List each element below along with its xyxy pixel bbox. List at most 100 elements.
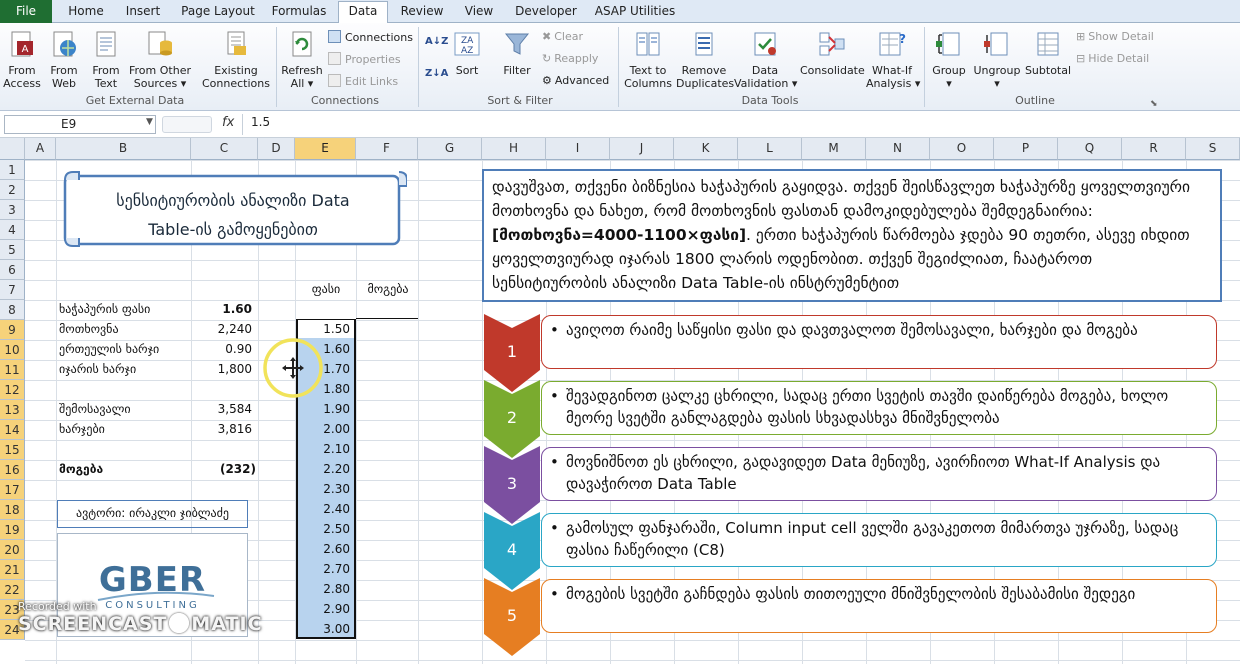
row-header-18[interactable]: 18 xyxy=(0,500,25,520)
row-header-14[interactable]: 14 xyxy=(0,420,25,440)
column-header-q[interactable]: Q xyxy=(1058,138,1122,160)
label-profit[interactable]: მოგება xyxy=(59,459,103,479)
tab-view[interactable]: View xyxy=(456,2,502,23)
value-rent[interactable]: 1,800 xyxy=(193,359,252,379)
from-web-button[interactable]: From Web xyxy=(46,29,82,90)
row-header-4[interactable]: 4 xyxy=(0,220,25,240)
label-unit-cost[interactable]: ერთეულის ხარჯი xyxy=(59,339,159,359)
from-other-sources-button[interactable]: From Other Sources ▾ xyxy=(128,29,192,90)
price-cell[interactable]: 3.00 xyxy=(298,619,350,639)
row-header-11[interactable]: 11 xyxy=(0,360,25,380)
row-header-3[interactable]: 3 xyxy=(0,200,25,220)
dialog-launcher-icon[interactable]: ⬊ xyxy=(1150,97,1158,111)
group-button[interactable]: Group ▾ xyxy=(930,29,968,90)
tab-file[interactable]: File xyxy=(0,0,52,23)
row-header-6[interactable]: 6 xyxy=(0,260,25,280)
row-header-1[interactable]: 1 xyxy=(0,160,25,180)
value-costs[interactable]: 3,816 xyxy=(193,419,252,439)
column-header-f[interactable]: F xyxy=(356,138,418,160)
column-header-b[interactable]: B xyxy=(56,138,191,160)
price-cell[interactable]: 2.30 xyxy=(298,479,350,499)
column-header-i[interactable]: I xyxy=(546,138,610,160)
function-icon[interactable]: fx xyxy=(222,115,234,130)
refresh-all-button[interactable]: Refresh All ▾ xyxy=(280,29,324,90)
tab-asap-utilities[interactable]: ASAP Utilities xyxy=(590,2,680,23)
tab-page-layout[interactable]: Page Layout xyxy=(176,2,260,23)
row-header-22[interactable]: 22 xyxy=(0,580,25,600)
value-revenue[interactable]: 3,584 xyxy=(193,399,252,419)
price-cell[interactable]: 1.90 xyxy=(298,399,350,419)
column-header-e[interactable]: E xyxy=(295,138,356,160)
row-header-21[interactable]: 21 xyxy=(0,560,25,580)
text-to-columns-button[interactable]: Text to Columns xyxy=(624,29,672,90)
data-validation-button[interactable]: Data Validation ▾ xyxy=(734,29,797,90)
price-cell[interactable]: 1.50 xyxy=(298,319,350,339)
properties-button[interactable]: Properties xyxy=(328,52,401,67)
advanced-filter-button[interactable]: ⚙ Advanced xyxy=(542,74,609,88)
row-header-7[interactable]: 7 xyxy=(0,280,25,300)
tab-review[interactable]: Review xyxy=(396,2,448,23)
sort-z-to-a-button[interactable]: Z↓A xyxy=(425,67,448,81)
connections-button[interactable]: Connections xyxy=(328,30,413,45)
row-header-13[interactable]: 13 xyxy=(0,400,25,420)
row-header-20[interactable]: 20 xyxy=(0,540,25,560)
row-header-2[interactable]: 2 xyxy=(0,180,25,200)
row-header-19[interactable]: 19 xyxy=(0,520,25,540)
column-header-n[interactable]: N xyxy=(866,138,930,160)
row-header-12[interactable]: 12 xyxy=(0,380,25,400)
price-cell[interactable]: 2.60 xyxy=(298,539,350,559)
existing-connections-button[interactable]: Existing Connections xyxy=(202,29,270,90)
sort-button[interactable]: ZA AZ Sort xyxy=(452,29,482,77)
consolidate-button[interactable]: Consolidate xyxy=(800,29,865,77)
row-header-8[interactable]: 8 xyxy=(0,300,25,320)
reapply-button[interactable]: ↻ Reapply xyxy=(542,52,598,66)
column-header-j[interactable]: J xyxy=(610,138,674,160)
price-cell[interactable]: 2.70 xyxy=(298,559,350,579)
tab-developer[interactable]: Developer xyxy=(510,2,582,23)
value-price-c8[interactable]: 1.60 xyxy=(193,299,252,319)
label-revenue[interactable]: შემოსავალი xyxy=(59,399,131,419)
column-header-s[interactable]: S xyxy=(1186,138,1240,160)
price-cell[interactable]: 2.50 xyxy=(298,519,350,539)
column-header-r[interactable]: R xyxy=(1122,138,1186,160)
column-header-m[interactable]: M xyxy=(802,138,866,160)
column-header-l[interactable]: L xyxy=(738,138,802,160)
value-profit[interactable]: (232) xyxy=(193,459,256,479)
row-header-9[interactable]: 9 xyxy=(0,320,25,340)
what-if-analysis-button[interactable]: ? What-If Analysis ▾ xyxy=(866,29,920,90)
from-text-button[interactable]: From Text xyxy=(88,29,124,90)
clear-filter-button[interactable]: ✖ Clear xyxy=(542,30,583,44)
remove-duplicates-button[interactable]: Remove Duplicates xyxy=(676,29,734,90)
value-demand[interactable]: 2,240 xyxy=(193,319,252,339)
formula-input[interactable]: 1.5 xyxy=(251,115,270,129)
edit-links-button[interactable]: Edit Links xyxy=(328,74,398,89)
column-header-p[interactable]: P xyxy=(994,138,1058,160)
column-header-k[interactable]: K xyxy=(674,138,738,160)
header-profit[interactable]: მოგება xyxy=(360,279,416,299)
column-header-c[interactable]: C xyxy=(191,138,258,160)
value-unit-cost[interactable]: 0.90 xyxy=(193,339,252,359)
row-header-10[interactable]: 10 xyxy=(0,340,25,360)
column-header-g[interactable]: G xyxy=(418,138,482,160)
label-demand[interactable]: მოთხოვნა xyxy=(59,319,119,339)
filter-button[interactable]: Filter xyxy=(500,29,534,77)
label-costs[interactable]: ხარჯები xyxy=(59,419,105,439)
column-header-h[interactable]: H xyxy=(482,138,546,160)
name-box[interactable]: E9 xyxy=(4,115,156,134)
price-cell[interactable]: 2.10 xyxy=(298,439,350,459)
row-header-5[interactable]: 5 xyxy=(0,240,25,260)
ungroup-button[interactable]: Ungroup ▾ xyxy=(972,29,1022,90)
row-header-16[interactable]: 16 xyxy=(0,460,25,480)
tab-formulas[interactable]: Formulas xyxy=(268,2,330,23)
price-cell[interactable]: 2.00 xyxy=(298,419,350,439)
column-header-a[interactable]: A xyxy=(25,138,56,160)
sort-a-to-z-button[interactable]: A↓Z xyxy=(425,35,448,49)
subtotal-button[interactable]: Subtotal xyxy=(1024,29,1072,77)
from-access-button[interactable]: A From Access xyxy=(2,29,42,90)
price-cell[interactable]: 2.80 xyxy=(298,579,350,599)
tab-home[interactable]: Home xyxy=(60,2,112,23)
tab-data[interactable]: Data xyxy=(338,1,388,23)
tab-insert[interactable]: Insert xyxy=(118,2,168,23)
row-header-17[interactable]: 17 xyxy=(0,480,25,500)
row-header-15[interactable]: 15 xyxy=(0,440,25,460)
